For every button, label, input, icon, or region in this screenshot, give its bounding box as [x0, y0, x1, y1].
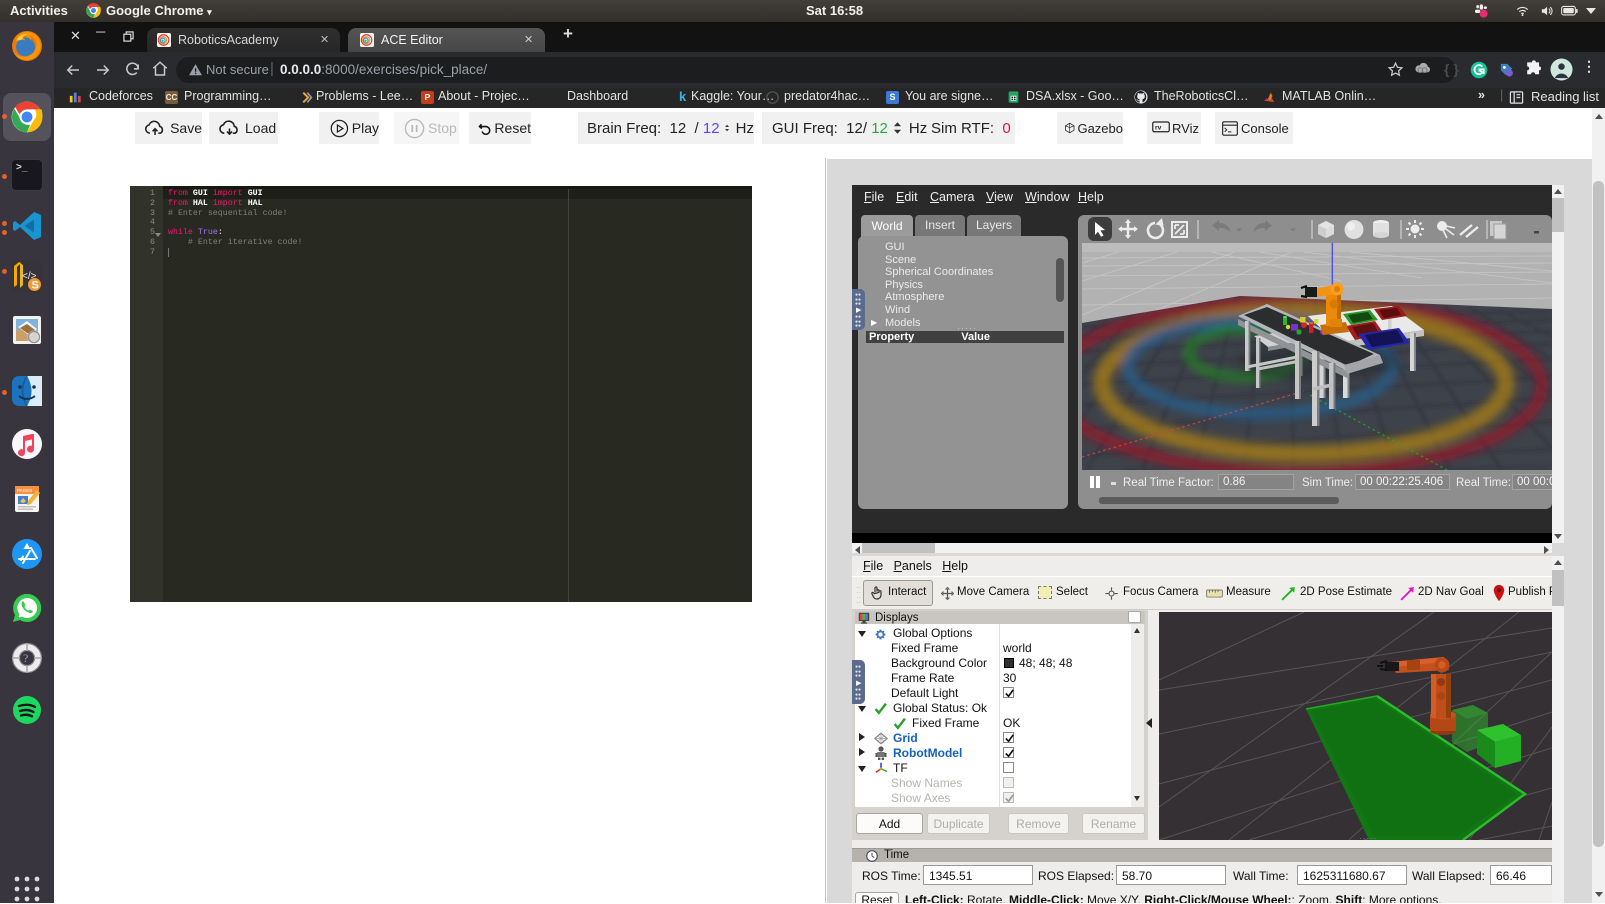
svg-text:PAGES: PAGES	[17, 488, 32, 493]
svg-text:rv: rv	[1155, 125, 1162, 132]
svg-text:S: S	[32, 280, 39, 292]
svg-text:?: ?	[23, 651, 28, 665]
